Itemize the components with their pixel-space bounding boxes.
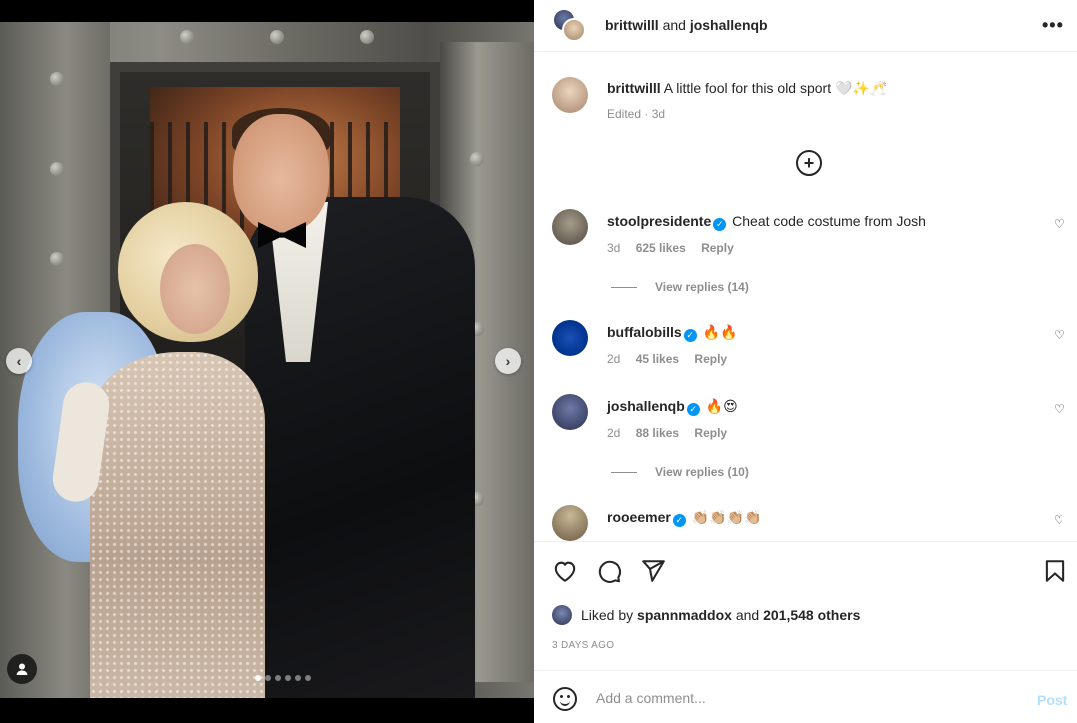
carousel-dot bbox=[285, 675, 291, 681]
chevron-right-icon: › bbox=[505, 353, 511, 369]
comment-username[interactable]: buffalobills bbox=[607, 324, 682, 340]
like-comment-heart-icon[interactable]: ♡ bbox=[1054, 402, 1065, 416]
avatar[interactable] bbox=[552, 209, 588, 245]
rivet bbox=[50, 72, 64, 86]
view-replies-button[interactable]: View replies (10) bbox=[611, 465, 749, 479]
add-comment-bar: Post bbox=[534, 670, 1077, 723]
post-authors: brittwilll and joshallenqb bbox=[605, 17, 768, 33]
carousel-dot bbox=[295, 675, 301, 681]
post-timestamp: 3 DAYS AGO bbox=[552, 640, 615, 651]
like-comment-heart-icon[interactable]: ♡ bbox=[1054, 328, 1065, 342]
carousel-dot bbox=[255, 675, 261, 681]
comment-username[interactable]: joshallenqb bbox=[607, 398, 685, 414]
verified-badge-icon: ✓ bbox=[683, 329, 697, 342]
emoji-smiley-icon[interactable] bbox=[553, 687, 577, 711]
avatar[interactable] bbox=[552, 394, 588, 430]
man-face bbox=[233, 114, 329, 232]
verified-badge-icon: ✓ bbox=[713, 218, 727, 231]
caption-meta: Edited · 3d bbox=[607, 107, 666, 121]
caption-username[interactable]: brittwilll bbox=[607, 80, 661, 96]
comment-body: stoolpresidente ✓ Cheat code costume from… bbox=[607, 211, 926, 231]
comment-input[interactable] bbox=[596, 687, 996, 709]
rivet bbox=[50, 162, 64, 176]
comment-time: 3d bbox=[607, 241, 621, 255]
carousel-next-button[interactable]: › bbox=[495, 348, 521, 374]
like-comment-heart-icon[interactable]: ♡ bbox=[1054, 217, 1065, 231]
comment-likes[interactable]: 625 likes bbox=[636, 241, 686, 255]
carousel-dot bbox=[305, 675, 311, 681]
tagged-users-button[interactable] bbox=[7, 654, 37, 684]
share-paper-plane-icon[interactable] bbox=[640, 558, 666, 584]
comment-username[interactable]: stoolpresidente bbox=[607, 213, 711, 229]
comment-body: joshallenqb ✓ 🔥😍 bbox=[607, 396, 738, 416]
comment-time: 2d bbox=[607, 426, 621, 440]
divider bbox=[611, 471, 637, 473]
verified-badge-icon: ✓ bbox=[686, 403, 700, 416]
reply-button[interactable]: Reply bbox=[694, 426, 727, 440]
divider bbox=[611, 286, 637, 288]
rivet bbox=[50, 252, 64, 266]
bookmark-icon[interactable] bbox=[1042, 558, 1068, 584]
comment-likes[interactable]: 88 likes bbox=[636, 426, 679, 440]
comment-time: 2d bbox=[607, 352, 621, 366]
comment-text: 👏🏼👏🏼👏🏼👏🏼 bbox=[691, 509, 762, 525]
view-replies-button[interactable]: View replies (14) bbox=[611, 280, 749, 294]
comment-text: 🔥😍 bbox=[705, 398, 738, 414]
post-media: ‹ › bbox=[0, 0, 534, 723]
caption-body: A little fool for this old sport 🤍✨🥂 bbox=[663, 80, 888, 96]
collab-avatars[interactable] bbox=[552, 8, 586, 44]
liked-by-count[interactable]: 201,548 others bbox=[763, 607, 860, 623]
post-details-panel: brittwilll and joshallenqb ••• brittwill… bbox=[534, 0, 1077, 723]
comment-likes[interactable]: 45 likes bbox=[636, 352, 679, 366]
comment-text: 🔥🔥 bbox=[702, 324, 738, 340]
like-heart-icon[interactable] bbox=[552, 558, 578, 584]
verified-badge-icon: ✓ bbox=[672, 514, 686, 527]
post-button[interactable]: Post bbox=[1037, 692, 1067, 708]
avatar[interactable] bbox=[552, 77, 588, 113]
carousel-dot bbox=[275, 675, 281, 681]
load-more-comments-icon[interactable]: + bbox=[796, 150, 822, 176]
chevron-left-icon: ‹ bbox=[16, 353, 22, 369]
view-replies-label: View replies (14) bbox=[655, 280, 749, 294]
avatar bbox=[552, 605, 572, 625]
liked-by-suffix: and bbox=[735, 607, 760, 623]
more-horizontal-icon[interactable]: ••• bbox=[1042, 15, 1066, 35]
avatar[interactable] bbox=[552, 320, 588, 356]
liked-by-prefix: Liked by bbox=[581, 607, 634, 623]
rivet bbox=[470, 152, 484, 166]
comment-meta: 2d 45 likes Reply bbox=[607, 352, 739, 366]
comment-text: Cheat code costume from Josh bbox=[732, 213, 926, 229]
woman-face bbox=[160, 244, 230, 334]
reply-button[interactable]: Reply bbox=[694, 352, 727, 366]
author-link[interactable]: brittwilll bbox=[605, 17, 659, 33]
post-photo bbox=[0, 22, 534, 698]
comment: rooeemer ✓ 👏🏼👏🏼👏🏼👏🏼 ♡ bbox=[552, 505, 1062, 541]
liked-by: Liked by spannmaddox and 201,548 others bbox=[552, 605, 860, 625]
sequin-dress bbox=[90, 352, 265, 698]
carousel-dot bbox=[265, 675, 271, 681]
carousel-prev-button[interactable]: ‹ bbox=[6, 348, 32, 374]
rivet bbox=[270, 30, 284, 44]
view-replies-label: View replies (10) bbox=[655, 465, 749, 479]
user-icon bbox=[16, 663, 28, 675]
carousel-dots bbox=[255, 675, 311, 681]
post-header: brittwilll and joshallenqb ••• bbox=[534, 0, 1077, 52]
post-actions: Liked by spannmaddox and 201,548 others … bbox=[534, 541, 1077, 671]
rivet bbox=[180, 30, 194, 44]
comment-body: buffalobills ✓ 🔥🔥 bbox=[607, 322, 737, 342]
comment-username[interactable]: rooeemer bbox=[607, 509, 671, 525]
comment-meta: 2d 88 likes Reply bbox=[607, 426, 739, 440]
like-comment-heart-icon[interactable]: ♡ bbox=[1054, 513, 1062, 527]
avatar bbox=[562, 18, 586, 42]
reply-button[interactable]: Reply bbox=[701, 241, 734, 255]
avatar[interactable] bbox=[552, 505, 588, 541]
comment-meta: 3d 625 likes Reply bbox=[607, 241, 746, 255]
caption-text: brittwilll A little fool for this old sp… bbox=[607, 78, 887, 98]
comment-bubble-icon[interactable] bbox=[596, 558, 622, 584]
author-conjunction: and bbox=[662, 17, 686, 33]
rivet bbox=[360, 30, 374, 44]
liked-by-user[interactable]: spannmaddox bbox=[637, 607, 732, 623]
comment-body: rooeemer ✓ 👏🏼👏🏼👏🏼👏🏼 bbox=[607, 507, 761, 527]
author-link[interactable]: joshallenqb bbox=[690, 17, 768, 33]
